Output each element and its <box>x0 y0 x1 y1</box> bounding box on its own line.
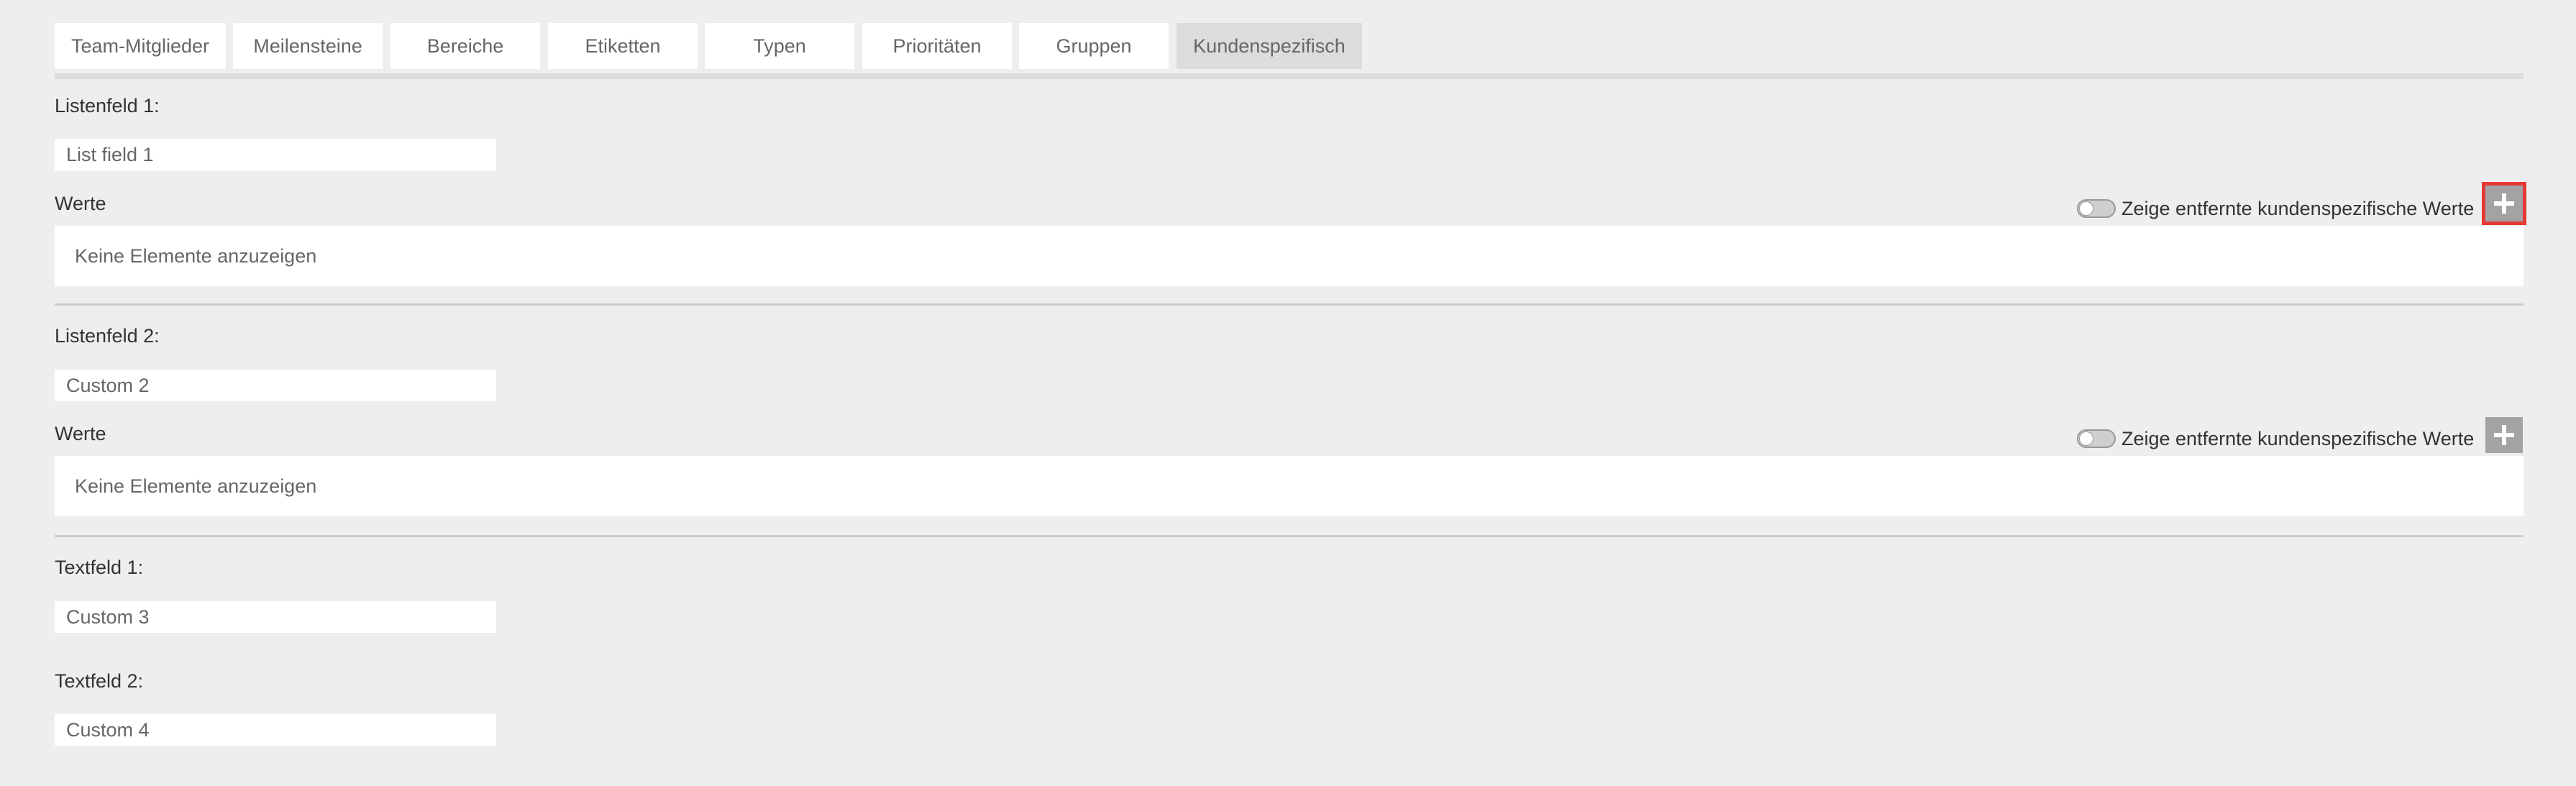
list-field-1-values-list: Keine Elemente anzuzeigen <box>55 226 2524 286</box>
toggle-switch[interactable] <box>2077 429 2116 448</box>
text-field-1-label: Textfeld 1: <box>55 557 144 578</box>
tab-custom[interactable]: Kundenspezifisch <box>1177 23 1362 69</box>
list-field-1-show-removed-toggle[interactable]: Zeige entfernte kundenspezifische Werte <box>2077 196 2474 221</box>
toggle-knob <box>2079 431 2093 446</box>
list-field-2-values-label: Werte <box>55 423 106 444</box>
list-field-2-values-list: Keine Elemente anzuzeigen <box>55 456 2524 516</box>
tab-milestones[interactable]: Meilensteine <box>233 23 383 69</box>
list-field-2-add-value-button[interactable] <box>2485 417 2523 453</box>
plus-icon <box>2494 425 2514 445</box>
list-field-1-input[interactable]: List field 1 <box>55 139 496 170</box>
settings-tabs: Team-Mitglieder Meilensteine Bereiche Et… <box>55 23 2524 79</box>
text-field-2-input[interactable]: Custom 4 <box>55 714 496 746</box>
plus-icon <box>2494 193 2514 214</box>
text-field-2-label: Textfeld 2: <box>55 670 144 692</box>
list-field-1-add-value-button[interactable] <box>2482 182 2526 225</box>
tab-priorities[interactable]: Prioritäten <box>862 23 1012 69</box>
section-divider <box>55 303 2524 306</box>
list-field-2-input[interactable]: Custom 2 <box>55 370 496 401</box>
tab-team-members[interactable]: Team-Mitglieder <box>55 23 226 69</box>
toggle-knob <box>2079 201 2093 216</box>
custom-fields-page: Team-Mitglieder Meilensteine Bereiche Et… <box>0 0 2576 786</box>
list-field-2-show-removed-toggle[interactable]: Zeige entfernte kundenspezifische Werte <box>2077 426 2474 452</box>
text-field-1-input[interactable]: Custom 3 <box>55 601 496 633</box>
list-field-1-values-label: Werte <box>55 193 106 214</box>
toggle-label: Zeige entfernte kundenspezifische Werte <box>2121 197 2475 219</box>
empty-list-message: Keine Elemente anzuzeigen <box>75 475 317 497</box>
tab-groups[interactable]: Gruppen <box>1019 23 1169 69</box>
toggle-label: Zeige entfernte kundenspezifische Werte <box>2121 427 2475 449</box>
toggle-switch[interactable] <box>2077 199 2116 218</box>
tab-areas[interactable]: Bereiche <box>390 23 540 69</box>
tab-types[interactable]: Typen <box>705 23 854 69</box>
list-field-1-label: Listenfeld 1: <box>55 95 160 116</box>
tab-labels[interactable]: Etiketten <box>548 23 698 69</box>
list-field-2-label: Listenfeld 2: <box>55 325 160 347</box>
section-divider <box>55 535 2524 537</box>
empty-list-message: Keine Elemente anzuzeigen <box>75 245 317 267</box>
